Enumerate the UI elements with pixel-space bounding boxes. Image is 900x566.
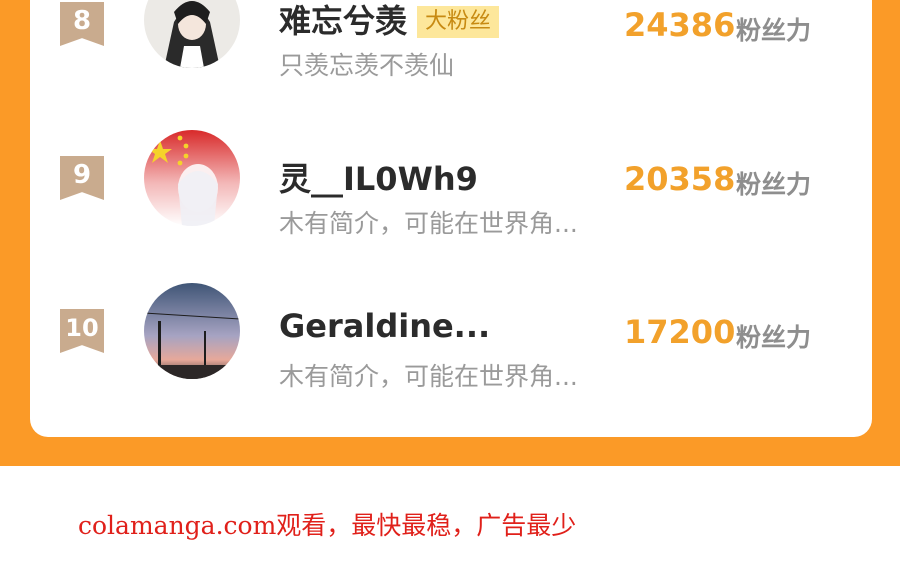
rank-badge: 10 (60, 309, 104, 353)
anime-girl-avatar[interactable] (144, 0, 240, 68)
ranking-card: 8 难忘兮羡 大粉丝 只羡忘羡不羡仙 24386 粉丝力 9 灵__IL0Wh9… (30, 0, 872, 437)
user-name[interactable]: Geraldine... (279, 307, 490, 345)
fan-score-label: 粉丝力 (736, 16, 812, 45)
rank-badge: 8 (60, 2, 104, 46)
user-bio: 木有简介，可能在世界角... (279, 209, 578, 238)
user-bio: 只羡忘羡不羡仙 (279, 51, 455, 80)
sky-photo-avatar[interactable] (144, 283, 240, 379)
user-bio: 木有简介，可能在世界角... (279, 362, 578, 391)
user-name[interactable]: 灵__IL0Wh9 (279, 154, 478, 200)
user-name[interactable]: 难忘兮羡 大粉丝 (279, 0, 500, 42)
user-name-text: 难忘兮羡 (279, 2, 408, 40)
fan-tag-badge: 大粉丝 (417, 6, 500, 38)
fan-score-label: 粉丝力 (736, 170, 812, 199)
flag-avatar[interactable] (144, 130, 240, 226)
ranking-row[interactable]: 8 难忘兮羡 大粉丝 只羡忘羡不羡仙 24386 粉丝力 (30, 0, 872, 100)
fan-score: 17200 (624, 313, 736, 351)
fan-score-label: 粉丝力 (736, 323, 812, 352)
fan-score: 20358 (624, 160, 736, 198)
ranking-row[interactable]: 10 Geraldine... 木有简介，可能在世界角... 17200 粉丝力 (30, 253, 872, 391)
rank-badge: 9 (60, 156, 104, 200)
fan-score: 24386 (624, 6, 736, 44)
site-watermark: colamanga.com观看，最快最稳，广告最少 (78, 511, 577, 540)
ranking-row[interactable]: 9 灵__IL0Wh9 木有简介，可能在世界角... 20358 粉丝力 (30, 100, 872, 238)
